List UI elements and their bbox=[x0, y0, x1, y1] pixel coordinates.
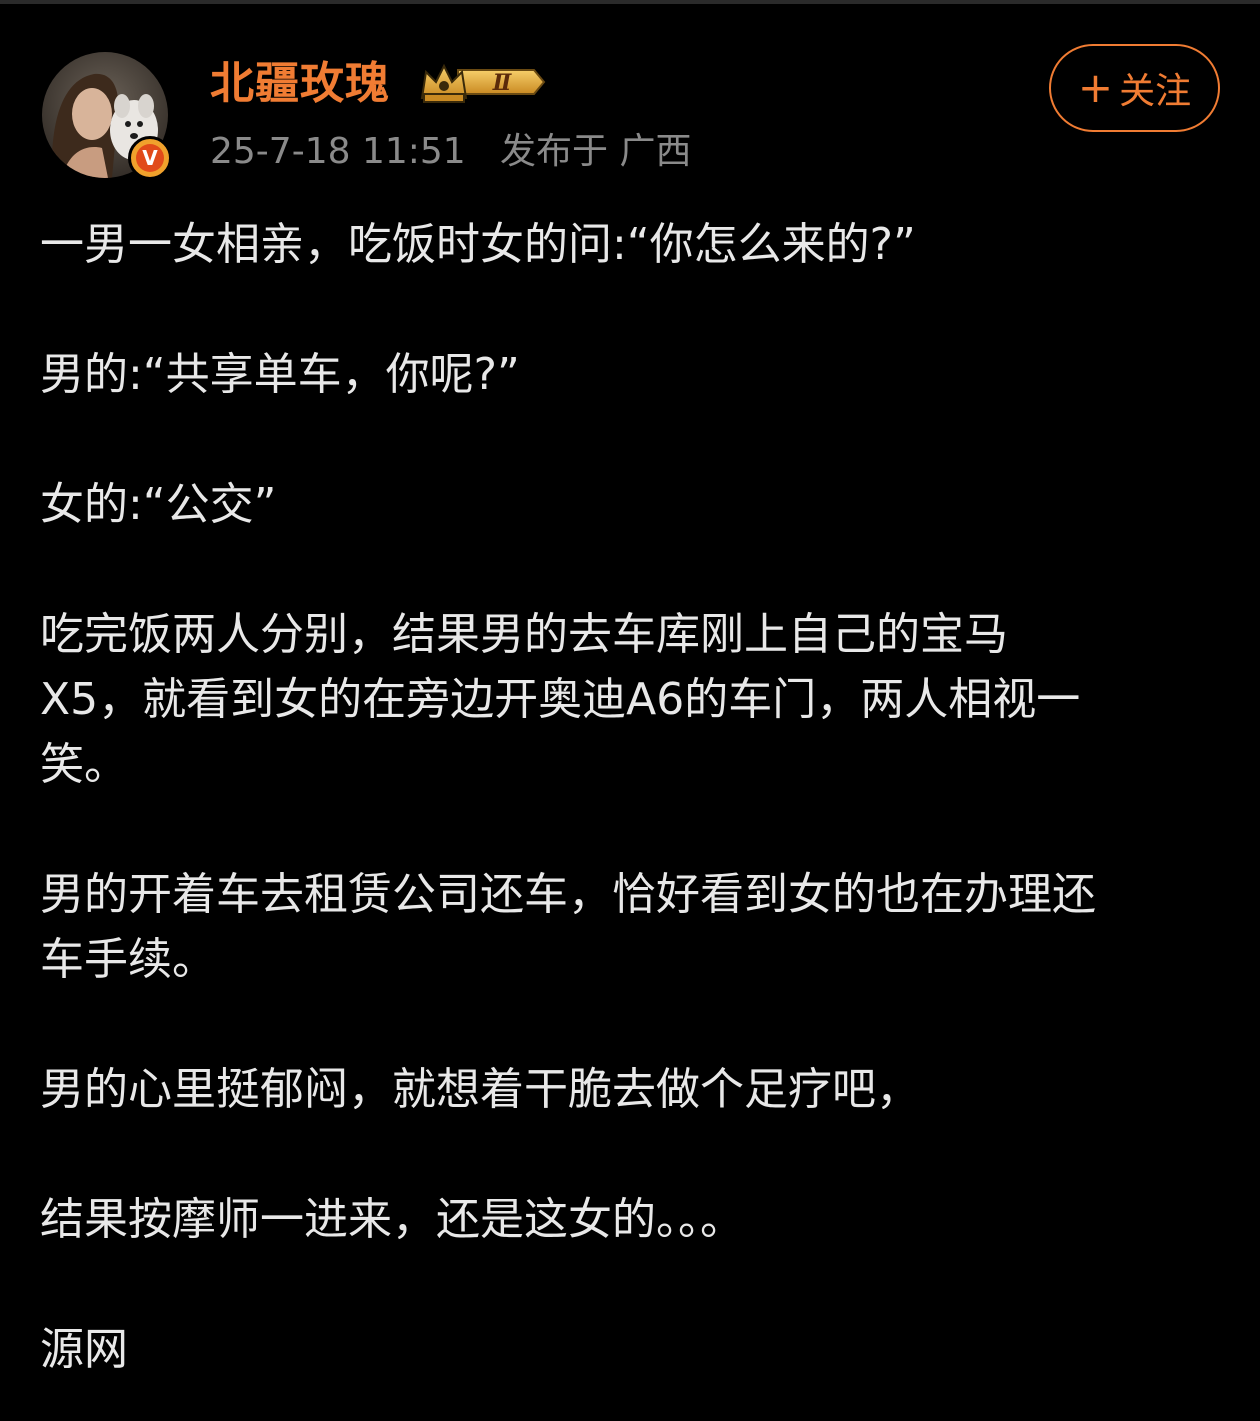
post-source: 源网 bbox=[40, 1324, 128, 1375]
verified-badge-icon: V bbox=[128, 136, 172, 180]
post-body: 一男一女相亲，吃饭时女的问:“你怎么来的?” 男的:“共享单车，你呢?” 女的:… bbox=[40, 212, 1230, 1382]
post-paragraph-3: 女的:“公交” bbox=[40, 479, 277, 530]
crown-rank-icon: Ⅱ bbox=[420, 63, 546, 103]
post-location: 发布于 广西 bbox=[500, 131, 692, 172]
author-name[interactable]: 北疆玫瑰 bbox=[210, 54, 390, 114]
verified-badge-letter: V bbox=[136, 144, 164, 172]
post-paragraph-1: 一男一女相亲，吃饭时女的问:“你怎么来的?” bbox=[40, 219, 916, 270]
post-paragraph-6: 男的心里挺郁闷，就想着干脆去做个足疗吧， bbox=[40, 1064, 920, 1115]
top-edge-strip bbox=[0, 0, 1260, 4]
plus-icon: + bbox=[1077, 63, 1114, 112]
rank-badge-label: Ⅱ bbox=[492, 70, 513, 96]
post-meta: 25-7-18 11:51 发布于 广西 bbox=[210, 128, 692, 176]
post-timestamp: 25-7-18 11:51 bbox=[210, 131, 466, 172]
post-paragraph-4: 吃完饭两人分别，结果男的去车库刚上自己的宝马 X5，就看到女的在旁边开奥迪A6的… bbox=[40, 609, 1081, 790]
follow-button[interactable]: + 关注 bbox=[1049, 44, 1220, 132]
follow-button-label: 关注 bbox=[1119, 71, 1192, 112]
post-paragraph-2: 男的:“共享单车，你呢?” bbox=[40, 349, 520, 400]
post-paragraph-5: 男的开着车去租赁公司还车，恰好看到女的也在办理还 车手续。 bbox=[40, 869, 1096, 985]
post-paragraph-7: 结果按摩师一进来，还是这女的。。。 bbox=[40, 1194, 744, 1245]
